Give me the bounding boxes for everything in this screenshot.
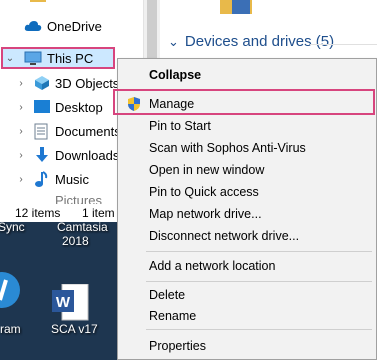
desktop-label-program: ram [0, 322, 21, 336]
menu-label-pin-quick-access: Pin to Quick access [149, 185, 259, 199]
nav-label-3d-objects: 3D Objects [55, 76, 120, 91]
word-icon: W [52, 283, 89, 321]
folder-item-partial[interactable] [30, 0, 50, 4]
menu-item-scan-sophos[interactable]: Scan with Sophos Anti-Virus [118, 137, 376, 159]
menu-separator [146, 281, 372, 282]
desktop-shortcut-sca[interactable]: W [52, 283, 92, 325]
nav-label-downloads: Downloads [55, 148, 120, 163]
menu-item-map-network-drive[interactable]: Map network drive... [118, 203, 376, 225]
chevron-down-icon: ⌄ [168, 33, 179, 49]
menu-item-open-new-window[interactable]: Open in new window [118, 159, 376, 181]
menu-label-properties: Properties [149, 339, 206, 353]
menu-label-map-network-drive: Map network drive... [149, 207, 262, 221]
menu-item-pin-quick-access[interactable]: Pin to Quick access [118, 181, 376, 203]
chevron-right-icon[interactable]: › [16, 150, 26, 161]
menu-item-delete[interactable]: Delete [118, 284, 376, 306]
menu-label-add-network-location: Add a network location [149, 259, 276, 273]
section-divider [310, 44, 377, 45]
manage-highlight [113, 89, 375, 115]
download-arrow-icon [34, 147, 50, 163]
nav-label-documents: Documents [55, 124, 121, 139]
menu-separator [146, 251, 372, 252]
menu-label-delete: Delete [149, 288, 186, 302]
monitor-icon [24, 51, 42, 67]
svg-text:W: W [56, 294, 71, 311]
music-note-icon [34, 171, 50, 187]
cloud-icon [24, 19, 42, 35]
chevron-right-icon[interactable]: › [16, 174, 26, 185]
menu-item-collapse[interactable]: Collapse [118, 64, 376, 86]
nav-item-onedrive[interactable]: OneDrive [0, 15, 143, 38]
nav-label-music: Music [55, 172, 89, 187]
nav-label-onedrive: OneDrive [47, 19, 102, 34]
app-circle-icon [0, 272, 20, 308]
chevron-right-icon[interactable]: › [16, 78, 26, 89]
desktop-label-sync: Sync [0, 220, 25, 234]
section-header-devices[interactable]: ⌄ Devices and drives (5) [168, 33, 334, 50]
chevron-down-icon[interactable]: ⌄ [5, 53, 15, 64]
chevron-right-icon[interactable]: › [16, 126, 26, 137]
menu-label-pin-start: Pin to Start [149, 119, 211, 133]
section-header-label: Devices and drives (5) [184, 33, 335, 50]
desktop-icon [34, 100, 50, 116]
document-icon [34, 123, 50, 140]
desktop-label-camtasia-year: 2018 [62, 234, 89, 248]
menu-label-collapse: Collapse [149, 68, 202, 82]
nav-label-desktop: Desktop [55, 100, 103, 115]
desktop-shortcut-app[interactable] [0, 270, 22, 313]
desktop-label-sca: SCA v17 [51, 322, 98, 336]
folder-thumbnail[interactable] [220, 0, 260, 18]
cube-icon [34, 75, 50, 91]
folder-icon [30, 0, 46, 2]
menu-label-disconnect-network-drive: Disconnect network drive... [149, 229, 300, 243]
menu-item-properties[interactable]: Properties [118, 335, 376, 357]
video-folder-icon [220, 0, 252, 14]
menu-label-scan-sophos: Scan with Sophos Anti-Virus [149, 141, 306, 155]
menu-item-pin-start[interactable]: Pin to Start [118, 115, 376, 137]
menu-label-rename: Rename [149, 309, 197, 323]
menu-label-open-new-window: Open in new window [149, 163, 265, 177]
menu-item-add-network-location[interactable]: Add a network location [118, 255, 376, 277]
desktop-label-camtasia: Camtasia [57, 220, 108, 234]
chevron-right-icon[interactable]: › [16, 102, 26, 113]
status-selected-count: 1 item [82, 206, 115, 220]
menu-separator [146, 329, 372, 330]
status-item-count: 12 items [15, 206, 61, 220]
menu-item-rename[interactable]: Rename [118, 305, 376, 327]
nav-label-this-pc: This PC [47, 51, 94, 66]
menu-item-disconnect-network-drive[interactable]: Disconnect network drive... [118, 225, 376, 247]
